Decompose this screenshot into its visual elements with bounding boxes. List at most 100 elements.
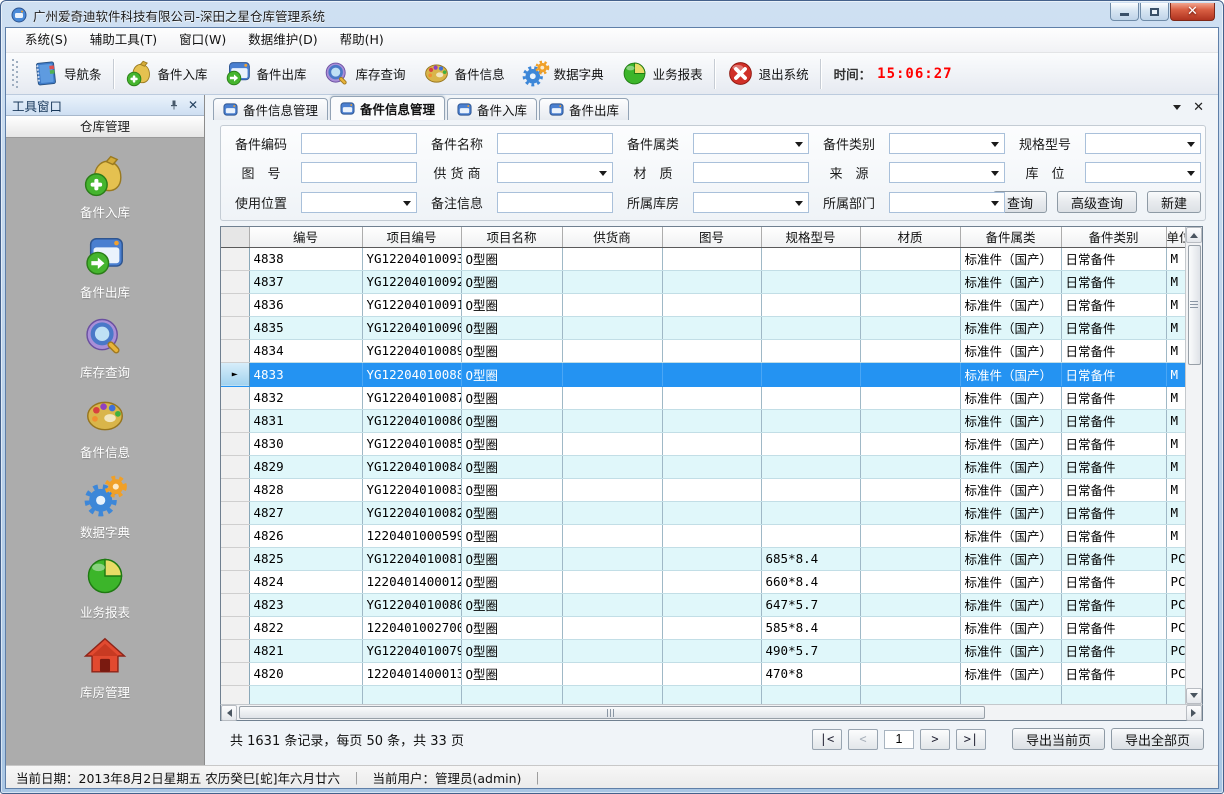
cell[interactable]: 4821 — [249, 639, 362, 662]
row-selector[interactable] — [221, 432, 249, 455]
cell[interactable] — [461, 685, 562, 704]
cell[interactable]: PC — [1166, 616, 1185, 639]
cell[interactable]: M — [1166, 362, 1185, 386]
cell[interactable]: YG12204010089 — [362, 339, 461, 362]
tab-list-dropdown-icon[interactable] — [1173, 105, 1181, 114]
row-selector[interactable] — [221, 386, 249, 409]
dropdown-select[interactable] — [889, 133, 1005, 154]
cell[interactable]: 日常备件 — [1061, 501, 1166, 524]
cell[interactable] — [562, 570, 662, 593]
cell[interactable]: M — [1166, 316, 1185, 339]
cell[interactable]: 标准件（国产） — [960, 501, 1061, 524]
text-input[interactable] — [497, 133, 613, 154]
cell[interactable]: YG12204010079 — [362, 639, 461, 662]
table-row[interactable]: 48261220401000599O型圈标准件（国产）日常备件M — [221, 524, 1185, 547]
cell[interactable] — [662, 547, 761, 570]
cell[interactable] — [662, 478, 761, 501]
cell[interactable]: O型圈 — [461, 432, 562, 455]
column-header[interactable]: 项目名称 — [461, 227, 562, 247]
row-selector[interactable] — [221, 316, 249, 339]
cell[interactable]: 标准件（国产） — [960, 339, 1061, 362]
cell[interactable] — [1061, 685, 1166, 704]
cell[interactable]: 685*8.4 — [761, 547, 860, 570]
cell[interactable]: 647*5.7 — [761, 593, 860, 616]
cell[interactable] — [562, 409, 662, 432]
tab[interactable]: 备件信息管理 — [213, 98, 328, 120]
table-row[interactable]: 4821YG12204010079O型圈490*5.7标准件（国产）日常备件PC — [221, 639, 1185, 662]
column-header[interactable]: 备件类别 — [1061, 227, 1166, 247]
cell[interactable]: 日常备件 — [1061, 339, 1166, 362]
cell[interactable] — [761, 293, 860, 316]
cell[interactable] — [662, 247, 761, 270]
table-row[interactable]: ►4833YG12204010088O型圈标准件（国产）日常备件M — [221, 362, 1185, 386]
cell[interactable] — [562, 685, 662, 704]
cell[interactable] — [761, 316, 860, 339]
cell[interactable] — [662, 616, 761, 639]
cell[interactable]: PC — [1166, 593, 1185, 616]
cell[interactable] — [562, 455, 662, 478]
cell[interactable] — [562, 547, 662, 570]
menu-item[interactable]: 系统(S) — [14, 28, 79, 52]
cell[interactable]: 标准件（国产） — [960, 362, 1061, 386]
sidebar-item[interactable]: 备件信息 — [6, 391, 204, 463]
cell[interactable]: YG12204010091 — [362, 293, 461, 316]
table-row[interactable]: 4838YG12204010093O型圈标准件（国产）日常备件M — [221, 247, 1185, 270]
cell[interactable] — [662, 362, 761, 386]
cell[interactable] — [761, 362, 860, 386]
row-selector[interactable] — [221, 547, 249, 570]
minimize-button[interactable] — [1110, 3, 1139, 21]
cell[interactable]: 标准件（国产） — [960, 432, 1061, 455]
cell[interactable]: 4835 — [249, 316, 362, 339]
tab[interactable]: 备件信息管理 — [330, 96, 445, 120]
cell[interactable] — [860, 524, 960, 547]
row-selector[interactable] — [221, 455, 249, 478]
last-page-button[interactable]: >| — [956, 729, 986, 750]
column-header[interactable]: 材质 — [860, 227, 960, 247]
table-row[interactable]: 4827YG12204010082O型圈标准件（国产）日常备件M — [221, 501, 1185, 524]
cell[interactable] — [860, 501, 960, 524]
cell[interactable]: 标准件（国产） — [960, 455, 1061, 478]
cell[interactable]: M — [1166, 386, 1185, 409]
cell[interactable] — [662, 386, 761, 409]
cell[interactable]: 4823 — [249, 593, 362, 616]
dropdown-select[interactable] — [1085, 162, 1201, 183]
table-row[interactable]: 4825YG12204010081O型圈685*8.4标准件（国产）日常备件PC — [221, 547, 1185, 570]
close-button[interactable]: ✕ — [1170, 3, 1215, 21]
column-header[interactable]: 图号 — [662, 227, 761, 247]
cell[interactable]: O型圈 — [461, 524, 562, 547]
cell[interactable] — [662, 662, 761, 685]
cell[interactable]: 标准件（国产） — [960, 524, 1061, 547]
cell[interactable] — [362, 685, 461, 704]
cell[interactable]: YG12204010081 — [362, 547, 461, 570]
cell[interactable] — [860, 685, 960, 704]
cell[interactable]: 4831 — [249, 409, 362, 432]
cell[interactable]: YG12204010086 — [362, 409, 461, 432]
cell[interactable] — [662, 455, 761, 478]
cell[interactable] — [562, 593, 662, 616]
sidebar-item[interactable]: 数据字典 — [6, 471, 204, 543]
toolbar-button[interactable]: 退出系统 — [718, 56, 817, 92]
sidebar-item[interactable]: 库房管理 — [6, 631, 204, 703]
cell[interactable]: 标准件（国产） — [960, 570, 1061, 593]
sidebar-item[interactable]: 备件出库 — [6, 231, 204, 303]
sidebar-item[interactable]: 备件入库 — [6, 151, 204, 223]
cell[interactable] — [562, 247, 662, 270]
row-selector[interactable] — [221, 270, 249, 293]
cell[interactable]: 日常备件 — [1061, 432, 1166, 455]
cell[interactable]: 日常备件 — [1061, 247, 1166, 270]
cell[interactable] — [662, 593, 761, 616]
cell[interactable]: 日常备件 — [1061, 386, 1166, 409]
vertical-scroll-thumb[interactable] — [1188, 245, 1201, 365]
cell[interactable] — [860, 362, 960, 386]
scroll-right-icon[interactable] — [1186, 705, 1202, 721]
row-selector[interactable] — [221, 593, 249, 616]
row-selector[interactable]: ► — [221, 362, 249, 386]
cell[interactable]: YG12204010090 — [362, 316, 461, 339]
cell[interactable]: 4837 — [249, 270, 362, 293]
cell[interactable]: 日常备件 — [1061, 639, 1166, 662]
export-current-page-button[interactable]: 导出当前页 — [1012, 728, 1105, 750]
cell[interactable]: M — [1166, 524, 1185, 547]
cell[interactable] — [562, 662, 662, 685]
horizontal-scrollbar[interactable] — [220, 704, 1203, 721]
cell[interactable] — [562, 501, 662, 524]
